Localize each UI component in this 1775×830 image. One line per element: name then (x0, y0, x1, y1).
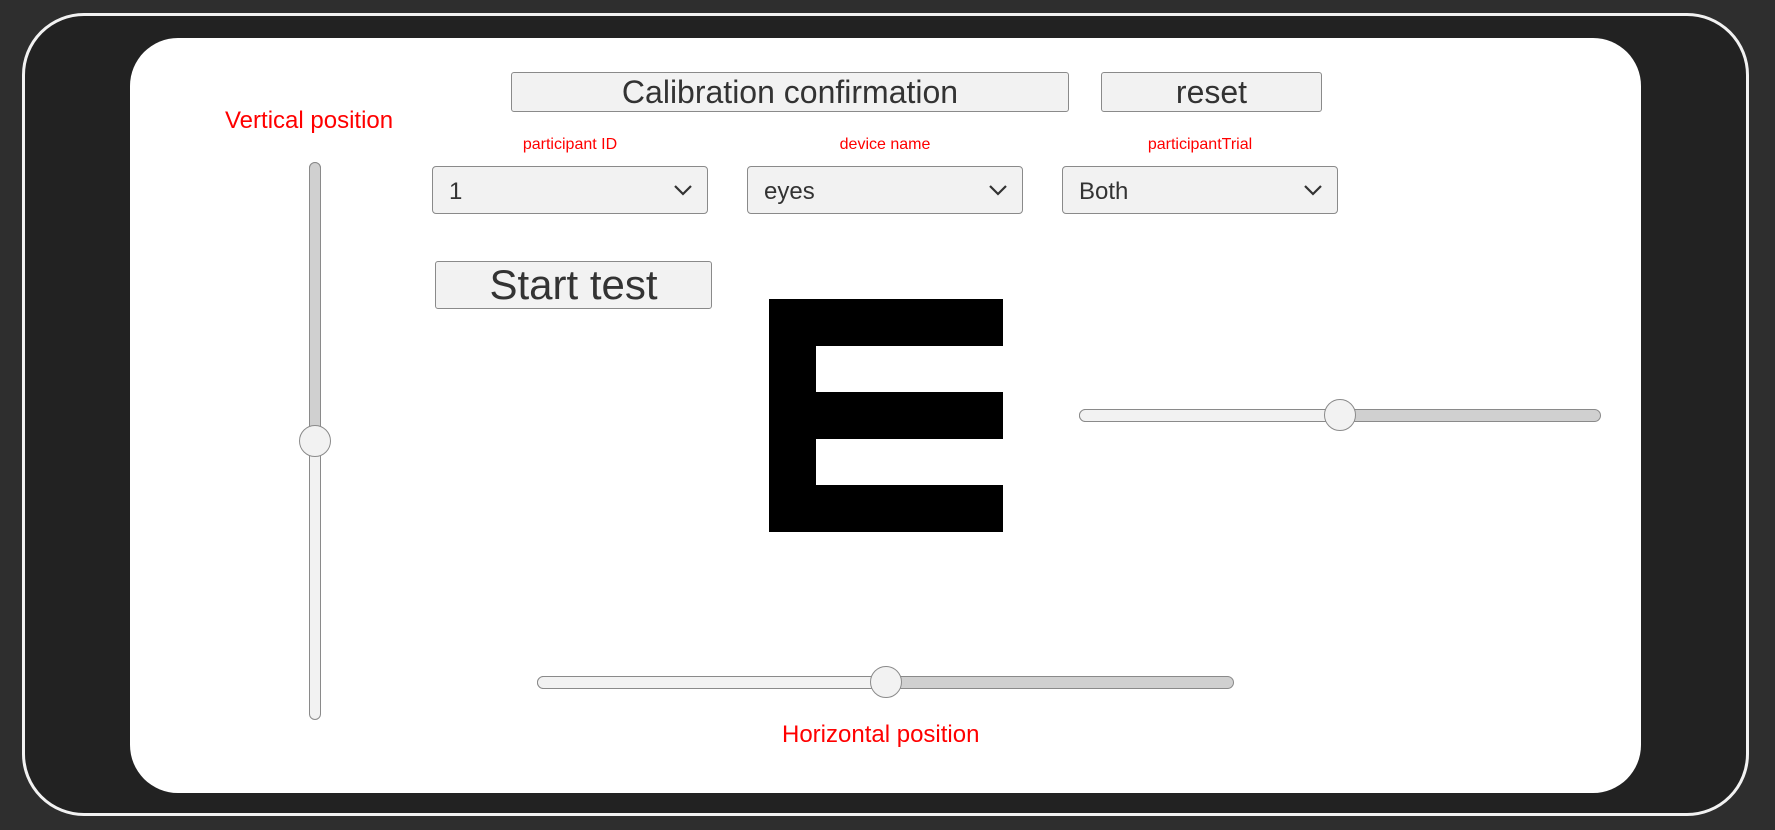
chevron-down-icon (989, 185, 1007, 196)
participant-id-label: participant ID (522, 136, 618, 153)
calibration-confirmation-button[interactable]: Calibration confirmation (511, 72, 1069, 112)
device-name-value: eyes (764, 178, 815, 205)
size-slider-handle[interactable] (1324, 399, 1356, 431)
participant-id-value: 1 (449, 178, 463, 205)
participant-id-dropdown[interactable]: 1 (432, 166, 708, 214)
horizontal-position-label: Horizontal position (782, 721, 980, 748)
device-name-dropdown[interactable]: eyes (747, 166, 1023, 214)
optotype-e-middle-bar (769, 392, 1003, 439)
screen: Calibration confirmation reset Vertical … (130, 38, 1641, 793)
optotype-e-bottom-bar (769, 485, 1003, 532)
size-slider[interactable] (1079, 399, 1601, 431)
reset-button[interactable]: reset (1101, 72, 1322, 112)
participant-trial-label: participantTrial (1147, 136, 1253, 153)
vertical-slider-handle[interactable] (299, 425, 331, 457)
participant-trial-dropdown[interactable]: Both (1062, 166, 1338, 214)
horizontal-slider-handle[interactable] (869, 666, 902, 698)
vertical-position-label: Vertical position (225, 107, 394, 134)
device-name-label: device name (839, 136, 931, 153)
chevron-down-icon (1304, 185, 1322, 196)
vertical-slider-fill (309, 162, 321, 441)
horizontal-slider-fill (537, 676, 886, 689)
start-test-button[interactable]: Start test (435, 261, 712, 309)
horizontal-position-slider[interactable] (537, 666, 1234, 698)
optotype-e (769, 299, 1003, 532)
optotype-e-top-bar (769, 299, 1003, 346)
vertical-position-slider[interactable] (299, 162, 331, 720)
participant-trial-value: Both (1079, 178, 1129, 205)
size-slider-fill (1079, 409, 1340, 422)
chevron-down-icon (674, 185, 692, 196)
